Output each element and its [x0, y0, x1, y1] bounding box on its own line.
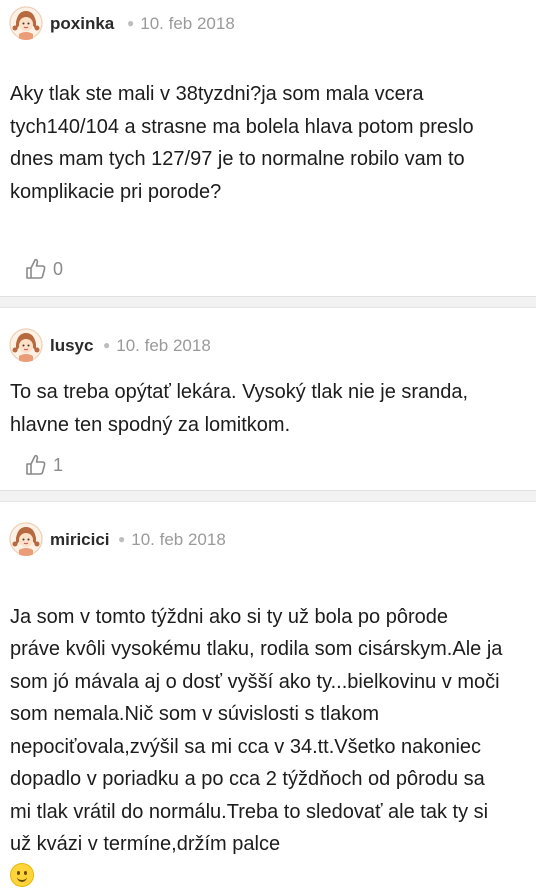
username[interactable]: poxinka	[50, 14, 114, 34]
avatar[interactable]	[9, 522, 43, 556]
post-separator	[0, 490, 536, 502]
like-button[interactable]: 1	[25, 452, 63, 478]
post-body-text: Ja som v tomto týždni ako si ty už bola …	[10, 605, 503, 856]
girl-avatar-icon	[9, 522, 43, 556]
post-header: lusyc ● 10. feb 2018	[0, 308, 536, 362]
separator-dot: ●	[118, 532, 126, 546]
post-miricici: miricici ● 10. feb 2018 Ja som v tomto tý…	[0, 502, 536, 887]
post-poxinka: poxinka ● 10. feb 2018 Aky tlak ste mali …	[0, 0, 536, 296]
post-date: ● 10. feb 2018	[103, 336, 211, 356]
avatar[interactable]	[9, 6, 43, 40]
girl-avatar-icon	[9, 328, 43, 362]
thumbs-up-icon	[26, 258, 46, 279]
date-text: 10. feb 2018	[140, 14, 235, 33]
like-count: 1	[53, 454, 64, 475]
separator-dot: ●	[103, 338, 111, 352]
post-separator	[0, 296, 536, 308]
date-text: 10. feb 2018	[131, 530, 226, 549]
avatar[interactable]	[9, 328, 43, 362]
username[interactable]: miricici	[50, 530, 110, 550]
post-header: poxinka ● 10. feb 2018	[0, 0, 536, 48]
post-header: miricici ● 10. feb 2018	[0, 502, 536, 556]
post-body: To sa treba opýtať lekára. Vysoký tlak n…	[10, 381, 469, 436]
username[interactable]: lusyc	[50, 336, 93, 356]
date-text: 10. feb 2018	[116, 336, 211, 355]
like-count: 0	[53, 258, 64, 279]
post-body: Aky tlak ste mali v 38tyzdni?ja som mala…	[10, 83, 474, 203]
post-lusyc: lusyc ● 10. feb 2018 To sa treba opýtať l…	[0, 308, 536, 490]
like-button[interactable]: 0	[25, 256, 63, 282]
smiley-emoji-icon	[10, 862, 34, 887]
post-body: Ja som v tomto týždni ako si ty už bola …	[10, 568, 522, 893]
post-date: ● 10. feb 2018	[118, 530, 226, 550]
thumbs-up-icon	[26, 454, 46, 475]
post-date: ● 10. feb 2018	[127, 14, 235, 34]
separator-dot: ●	[127, 16, 135, 30]
girl-avatar-icon	[9, 6, 43, 40]
